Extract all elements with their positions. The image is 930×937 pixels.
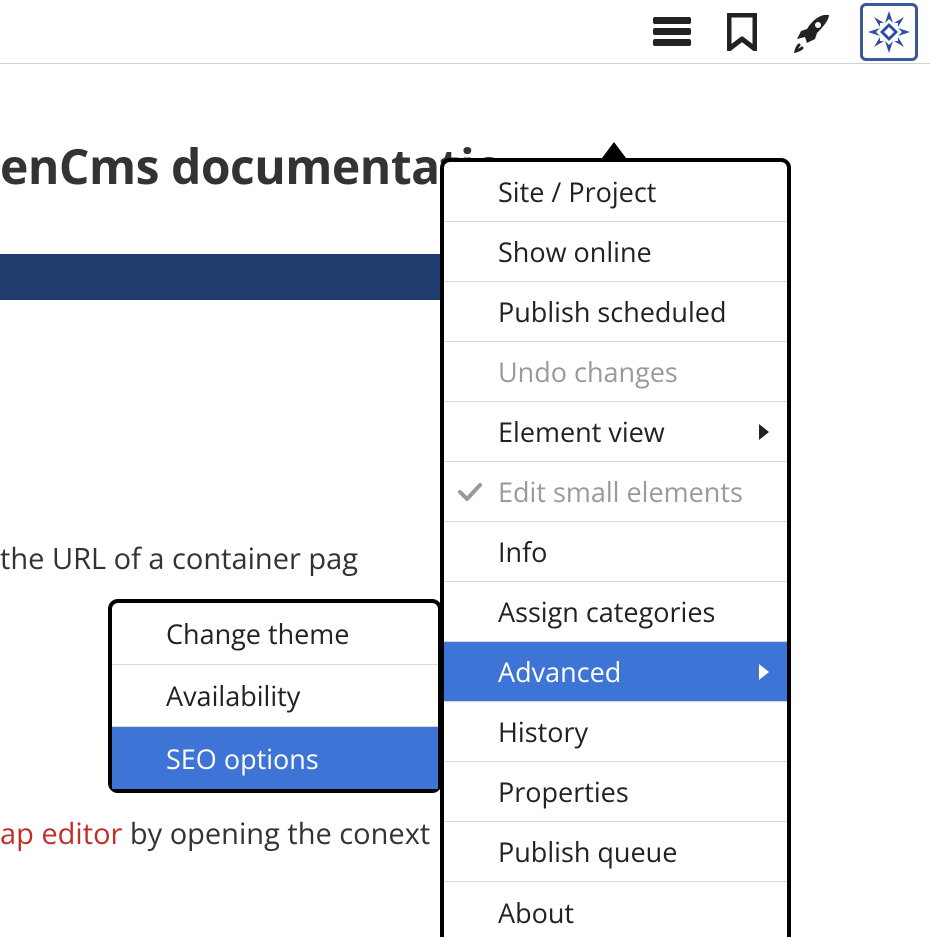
link-text[interactable]: ap editor bbox=[0, 814, 122, 853]
body-text-line-2: ap editor by opening the conext m bbox=[0, 814, 465, 853]
menu-item-label: Advanced bbox=[498, 653, 621, 690]
menu-item-label: Info bbox=[498, 533, 547, 570]
menu-item-properties[interactable]: Properties bbox=[444, 762, 787, 822]
menu-item-label: Availability bbox=[166, 677, 300, 714]
bookmark-icon[interactable] bbox=[720, 10, 764, 54]
menu-item-show-online[interactable]: Show online bbox=[444, 222, 787, 282]
menu-item-edit-small-elements[interactable]: Edit small elements bbox=[444, 462, 787, 522]
chevron-right-icon bbox=[759, 424, 769, 440]
opencms-logo[interactable] bbox=[860, 3, 918, 61]
advanced-submenu: Change theme Availability SEO options bbox=[108, 599, 442, 793]
menu-item-label: Publish queue bbox=[498, 833, 677, 870]
menu-item-label: History bbox=[498, 713, 588, 750]
menu-item-label: About bbox=[498, 894, 574, 931]
menu-item-label: Change theme bbox=[166, 615, 349, 652]
check-icon bbox=[458, 482, 482, 502]
menu-item-assign-categories[interactable]: Assign categories bbox=[444, 582, 787, 642]
menu-item-undo-changes: Undo changes bbox=[444, 342, 787, 402]
menu-item-element-view[interactable]: Element view bbox=[444, 402, 787, 462]
menu-item-label: Assign categories bbox=[498, 593, 715, 630]
header-bar bbox=[0, 254, 440, 300]
rocket-icon[interactable] bbox=[790, 10, 834, 54]
menu-item-label: Element view bbox=[498, 413, 665, 450]
menu-item-publish-queue[interactable]: Publish queue bbox=[444, 822, 787, 882]
menu-item-label: Properties bbox=[498, 773, 629, 810]
context-menu: Site / Project Show online Publish sched… bbox=[440, 158, 791, 937]
menu-item-history[interactable]: History bbox=[444, 702, 787, 762]
menu-item-label: Publish scheduled bbox=[498, 293, 727, 330]
menu-item-advanced[interactable]: Advanced bbox=[444, 642, 787, 702]
submenu-item-seo-options[interactable]: SEO options bbox=[112, 727, 438, 789]
page-title: enCms documentatio bbox=[0, 134, 503, 199]
menu-item-label: Undo changes bbox=[498, 353, 678, 390]
submenu-item-availability[interactable]: Availability bbox=[112, 665, 438, 727]
top-toolbar bbox=[0, 0, 930, 64]
submenu-item-change-theme[interactable]: Change theme bbox=[112, 603, 438, 665]
body-text-rest: by opening the conext m bbox=[122, 814, 464, 853]
chevron-right-icon bbox=[759, 664, 769, 680]
page-background: enCms documentatio the URL of a containe… bbox=[0, 64, 930, 937]
menu-item-site-project[interactable]: Site / Project bbox=[444, 162, 787, 222]
menu-item-label: Site / Project bbox=[498, 173, 656, 210]
menu-item-publish-scheduled[interactable]: Publish scheduled bbox=[444, 282, 787, 342]
menu-item-label: SEO options bbox=[166, 740, 319, 777]
menu-item-info[interactable]: Info bbox=[444, 522, 787, 582]
menu-item-about[interactable]: About bbox=[444, 882, 787, 937]
body-text-line-1: the URL of a container pag bbox=[0, 539, 358, 578]
menu-item-label: Show online bbox=[498, 233, 652, 270]
menu-item-label: Edit small elements bbox=[498, 473, 743, 510]
hamburger-icon[interactable] bbox=[650, 10, 694, 54]
